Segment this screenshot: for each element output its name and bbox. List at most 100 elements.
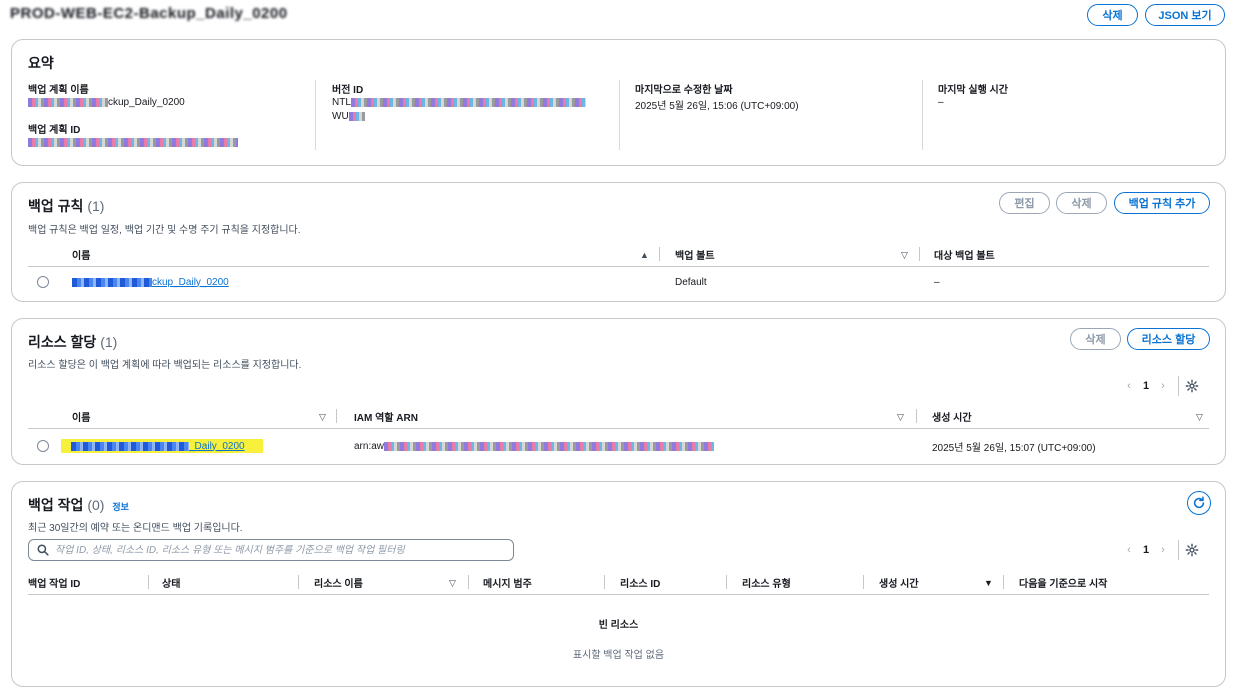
row-select-radio[interactable]: [37, 276, 49, 288]
gear-icon[interactable]: [1185, 543, 1199, 557]
job-filter-search[interactable]: [28, 539, 514, 561]
column-separator: [1003, 575, 1004, 589]
divider: [1178, 376, 1179, 396]
page-number[interactable]: 1: [1138, 544, 1154, 556]
assignment-name-link[interactable]: _Daily_0200: [61, 432, 263, 460]
backup-rules-panel: 백업 규칙 (1) 백업 규칙은 백업 일정, 백업 기간 및 수명 주기 규칙…: [11, 182, 1226, 302]
rules-table-header: 이름 ▲ 백업 볼트 ▽ 대상 백업 볼트: [28, 241, 1209, 267]
column-header-name[interactable]: 이름: [72, 403, 90, 429]
pagination: ‹ 1 ›: [1120, 376, 1199, 396]
empty-state-title: 빈 리소스: [598, 620, 639, 631]
prev-page-icon[interactable]: ‹: [1120, 380, 1138, 392]
plan-name-value: ckup_Daily_0200: [28, 97, 185, 108]
column-header-created[interactable]: 생성 시간: [932, 403, 972, 429]
assignments-table-header: 이름 ▽ IAM 역할 ARN ▽ 생성 시간 ▽: [28, 403, 1209, 429]
sort-icon[interactable]: ▽: [897, 412, 904, 423]
column-header-resource-type[interactable]: 리소스 유형: [742, 569, 791, 595]
column-header-start-by[interactable]: 다음을 기준으로 시작: [1019, 569, 1107, 595]
column-header-iam-role[interactable]: IAM 역할 ARN: [354, 403, 418, 429]
view-json-button[interactable]: JSON 보기: [1145, 4, 1225, 26]
sort-icon[interactable]: ▽: [901, 250, 908, 261]
plan-name-label: 백업 계획 이름: [28, 85, 89, 96]
edit-rule-button[interactable]: 편집: [999, 192, 1050, 214]
iam-role-arn-value: arn:aw: [354, 432, 715, 460]
backup-jobs-description: 최근 30일간의 예약 또는 온디맨드 백업 기록입니다.: [28, 523, 243, 534]
version-id-value-line2: WU: [332, 111, 365, 122]
add-rule-button[interactable]: 백업 규칙 추가: [1114, 192, 1210, 214]
next-page-icon[interactable]: ›: [1154, 380, 1172, 392]
column-separator: [659, 247, 660, 261]
sort-icon[interactable]: ▽: [449, 578, 456, 589]
column-header-creation-time[interactable]: 생성 시간: [879, 569, 919, 595]
table-row: ckup_Daily_0200 Default –: [28, 268, 1209, 296]
page-number[interactable]: 1: [1138, 380, 1154, 392]
resource-assignments-title: 리소스 할당 (1): [28, 334, 118, 350]
redacted-text: [28, 97, 108, 107]
redacted-text: [350, 97, 586, 107]
backup-jobs-title: 백업 작업 (0) 정보: [28, 497, 129, 513]
column-header-resource-id[interactable]: 리소스 ID: [620, 569, 660, 595]
column-header-resource-name[interactable]: 리소스 이름: [314, 569, 363, 595]
page-header: PROD-WEB-EC2-Backup_Daily_0200 삭제 JSON 보…: [0, 0, 1238, 32]
column-separator: [148, 575, 149, 589]
last-run-label: 마지막 실행 시간: [938, 85, 1008, 96]
rule-vault-value: Default: [675, 276, 707, 288]
divider: [315, 80, 316, 150]
pagination: ‹ 1 ›: [1120, 540, 1199, 560]
backup-jobs-panel: 백업 작업 (0) 정보 최근 30일간의 예약 또는 온디맨드 백업 기록입니…: [11, 481, 1226, 687]
column-separator: [468, 575, 469, 589]
plan-id-label: 백업 계획 ID: [28, 125, 81, 136]
rule-target-value: –: [934, 276, 940, 288]
sort-ascending-icon[interactable]: ▲: [640, 250, 649, 260]
column-separator: [919, 247, 920, 261]
column-separator: [916, 409, 917, 423]
redacted-text: [72, 277, 152, 287]
created-time-value: 2025년 5월 26일, 15:07 (UTC+09:00): [932, 442, 1096, 454]
last-modified-label: 마지막으로 수정한 날짜: [635, 85, 733, 96]
delete-assignment-button[interactable]: 삭제: [1070, 328, 1121, 350]
column-header-name[interactable]: 이름: [72, 241, 90, 267]
redacted-text: [348, 111, 365, 121]
gear-icon[interactable]: [1185, 379, 1199, 393]
column-header-message-category[interactable]: 메시지 범주: [483, 569, 532, 595]
backup-rules-title: 백업 규칙 (1): [28, 198, 105, 214]
refresh-button[interactable]: [1187, 491, 1211, 515]
column-header-vault[interactable]: 백업 볼트: [675, 241, 715, 267]
column-header-target-vault[interactable]: 대상 백업 볼트: [934, 241, 995, 267]
sort-icon[interactable]: ▽: [1196, 412, 1203, 423]
redacted-text: [28, 137, 238, 147]
empty-state-description: 표시할 백업 작업 없음: [572, 650, 665, 661]
divider: [1178, 540, 1179, 560]
rule-name-link[interactable]: ckup_Daily_0200: [72, 268, 229, 296]
prev-page-icon[interactable]: ‹: [1120, 544, 1138, 556]
search-input[interactable]: [53, 542, 503, 558]
column-header-job-id[interactable]: 백업 작업 ID: [28, 569, 80, 595]
summary-panel: 요약 백업 계획 이름 ckup_Daily_0200 백업 계획 ID 버전 …: [11, 39, 1226, 166]
sort-icon[interactable]: ▽: [319, 412, 326, 423]
assign-resources-button[interactable]: 리소스 할당: [1127, 328, 1210, 350]
refresh-icon: [1193, 496, 1205, 509]
next-page-icon[interactable]: ›: [1154, 544, 1172, 556]
column-separator: [604, 575, 605, 589]
last-run-value: –: [938, 97, 944, 108]
sort-descending-icon[interactable]: ▼: [984, 578, 993, 588]
column-separator: [863, 575, 864, 589]
table-row: _Daily_0200 arn:aw 2025년 5월 26일, 15:07 (…: [28, 432, 1209, 460]
search-icon: [37, 544, 49, 556]
info-link[interactable]: 정보: [112, 502, 129, 512]
resource-assignments-panel: 리소스 할당 (1) 리소스 할당은 이 백업 계획에 따라 백업되는 리소스를…: [11, 318, 1226, 465]
backup-rules-description: 백업 규칙은 백업 일정, 백업 기간 및 수명 주기 규칙을 지정합니다.: [28, 225, 301, 236]
redacted-text: [384, 441, 715, 451]
delete-rule-button[interactable]: 삭제: [1056, 192, 1107, 214]
version-id-value: NTL: [332, 97, 586, 108]
divider: [619, 80, 620, 150]
summary-title: 요약: [28, 55, 54, 71]
column-separator: [298, 575, 299, 589]
resource-assignments-description: 리소스 할당은 이 백업 계획에 따라 백업되는 리소스를 지정합니다.: [28, 360, 302, 371]
version-id-label: 버전 ID: [332, 85, 364, 96]
delete-plan-button[interactable]: 삭제: [1087, 4, 1138, 26]
column-header-status[interactable]: 상태: [162, 569, 180, 595]
row-select-radio[interactable]: [37, 440, 49, 452]
last-modified-value: 2025년 5월 26일, 15:06 (UTC+09:00): [635, 101, 799, 112]
divider: [922, 80, 923, 150]
